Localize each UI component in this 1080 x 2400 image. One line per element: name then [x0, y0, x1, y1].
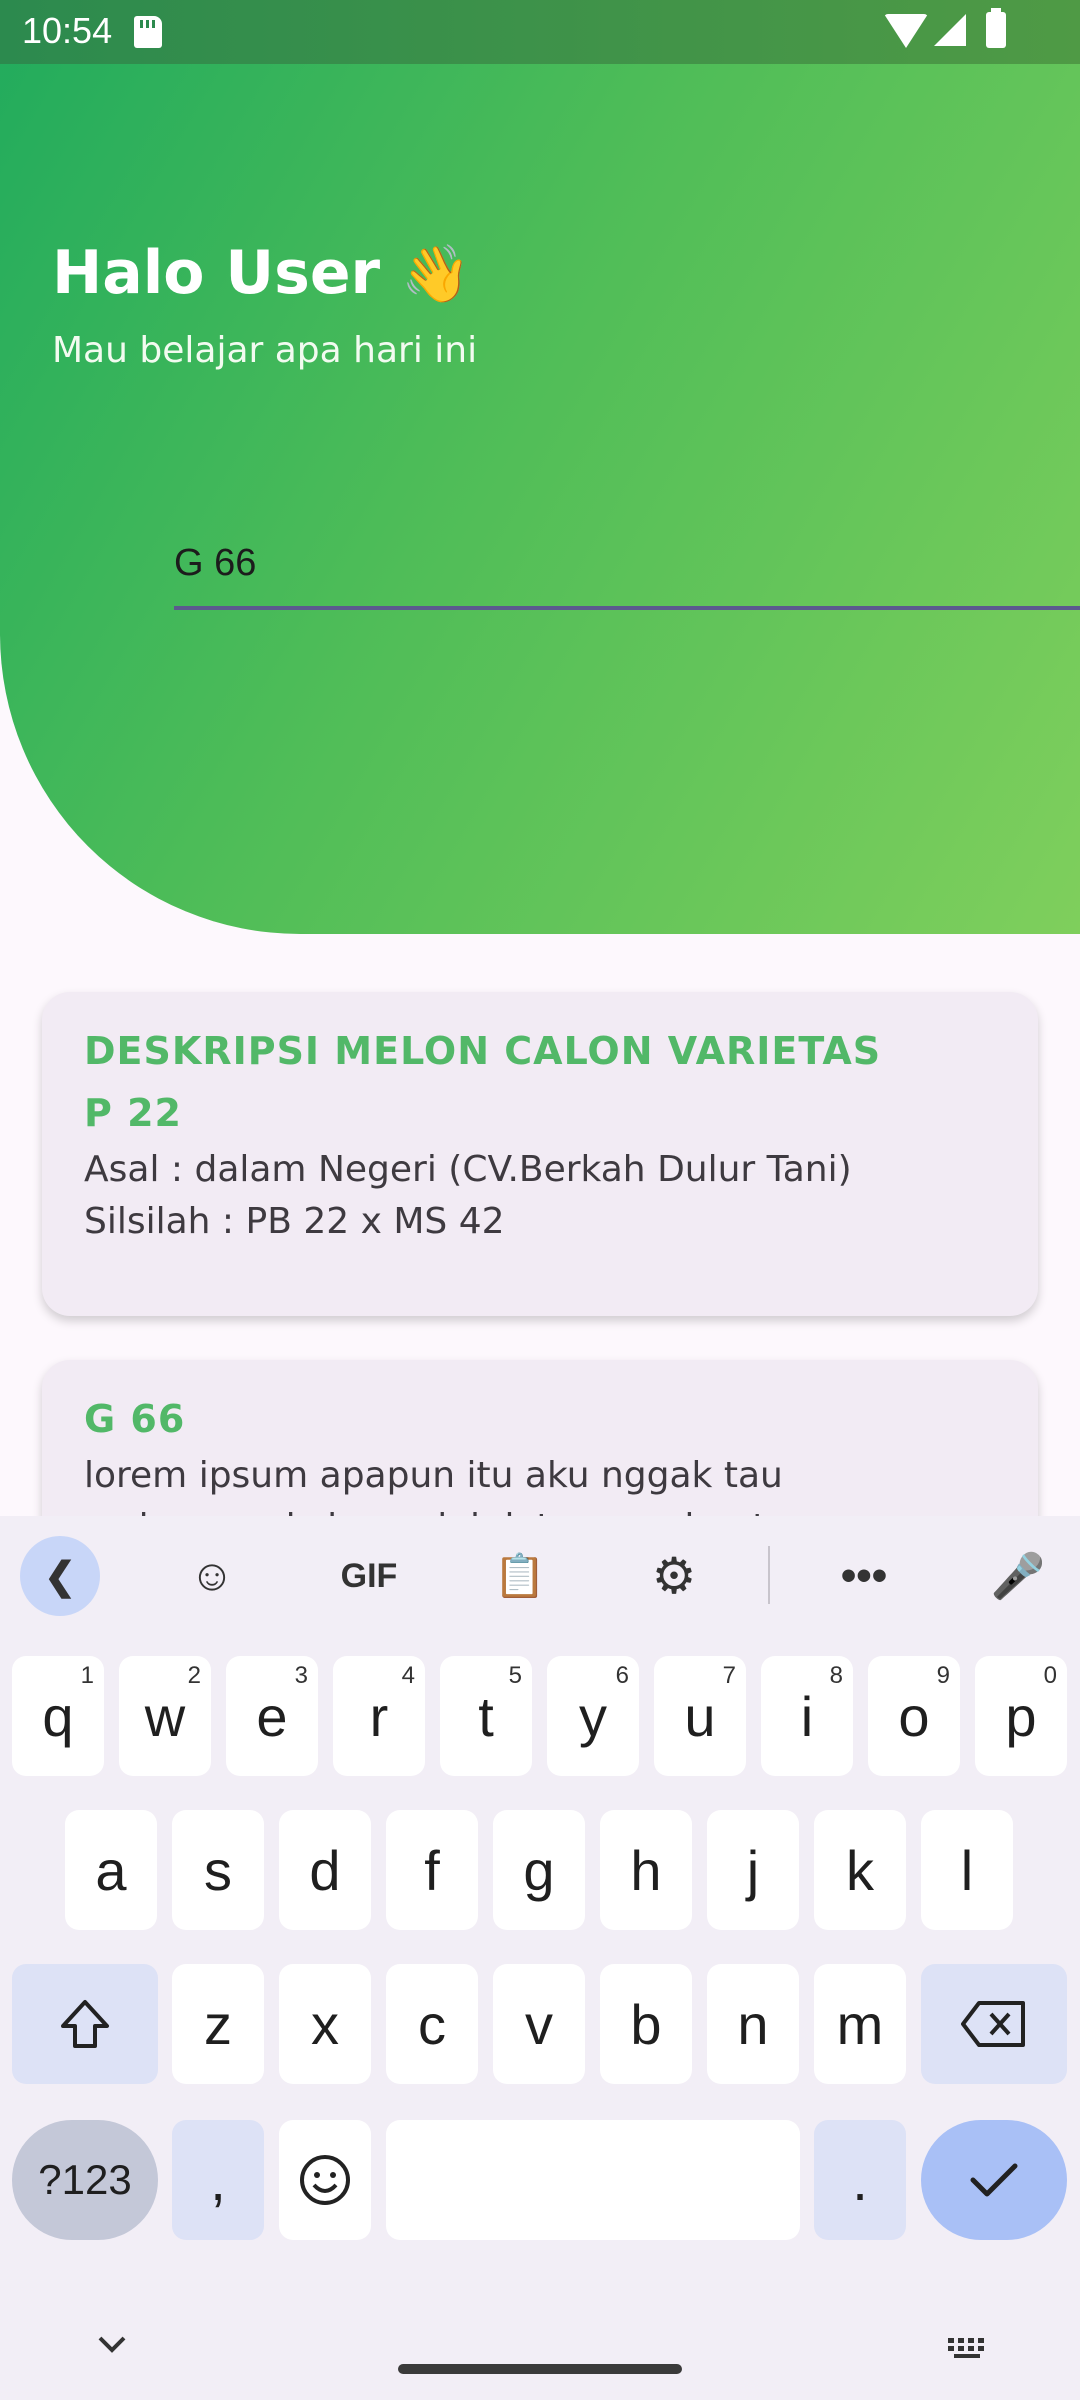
key-y[interactable]: y6: [547, 1656, 639, 1776]
key-z[interactable]: z: [172, 1964, 264, 2084]
header-banner: Halo User 👋 Mau belajar apa hari ini: [0, 0, 1080, 934]
key-label: i: [800, 1684, 814, 1748]
backspace-key[interactable]: [921, 1964, 1067, 2084]
collapse-keyboard-icon[interactable]: [96, 2334, 128, 2354]
key-label: t: [478, 1684, 494, 1748]
key-label: r: [369, 1684, 389, 1748]
period-key[interactable]: .: [814, 2120, 906, 2240]
clipboard-icon[interactable]: 📋: [480, 1536, 560, 1616]
greeting-subtitle: Mau belajar apa hari ini: [52, 330, 478, 371]
card-title: G 66: [84, 1397, 186, 1441]
key-q[interactable]: q1: [12, 1656, 104, 1776]
card-origin: Asal : dalam Negeri (CV.Berkah Dulur Tan…: [84, 1149, 852, 1190]
key-i[interactable]: i8: [761, 1656, 853, 1776]
key-o[interactable]: o9: [868, 1656, 960, 1776]
switch-keyboard-icon[interactable]: [946, 2336, 990, 2360]
key-hint: 4: [401, 1662, 415, 1689]
key-m[interactable]: m: [814, 1964, 906, 2084]
key-label: e: [256, 1684, 288, 1748]
back-chevron-icon[interactable]: ❮: [20, 1536, 100, 1616]
emoji-key[interactable]: [279, 2120, 371, 2240]
key-r[interactable]: r4: [333, 1656, 425, 1776]
key-d[interactable]: d: [279, 1810, 371, 1930]
wifi-icon: [884, 14, 928, 48]
key-label: y: [579, 1684, 607, 1748]
key-hint: 9: [936, 1662, 950, 1689]
key-k[interactable]: k: [814, 1810, 906, 1930]
keyboard-toolbar: ❮ ☺ GIF 📋 ⚙ ••• 🎤: [0, 1516, 1080, 1632]
key-j[interactable]: j: [707, 1810, 799, 1930]
key-g[interactable]: g: [493, 1810, 585, 1930]
key-a[interactable]: a: [65, 1810, 157, 1930]
key-hint: 7: [722, 1662, 736, 1689]
soft-keyboard: ❮ ☺ GIF 📋 ⚙ ••• 🎤 q1 w2 e3 r4 t5 y6 u7 i…: [0, 1516, 1080, 2400]
key-label: p: [1005, 1684, 1037, 1748]
key-b[interactable]: b: [600, 1964, 692, 2084]
card-description: lorem ipsum apapun itu aku nggak tau: [84, 1455, 783, 1496]
key-label: u: [684, 1684, 716, 1748]
card-title: DESKRIPSI MELON CALON VARIETAS P 22: [84, 1029, 882, 1135]
key-n[interactable]: n: [707, 1964, 799, 2084]
sd-card-icon: [134, 16, 162, 48]
key-label: o: [898, 1684, 930, 1748]
key-label: w: [144, 1684, 186, 1748]
space-key[interactable]: [386, 2120, 800, 2240]
key-s[interactable]: s: [172, 1810, 264, 1930]
done-key[interactable]: [921, 2120, 1067, 2240]
backspace-icon: [961, 2001, 1025, 2047]
key-w[interactable]: w2: [119, 1656, 211, 1776]
settings-icon[interactable]: ⚙: [634, 1536, 714, 1616]
card-lineage: Silsilah : PB 22 x MS 42: [84, 1201, 505, 1242]
sticker-icon[interactable]: ☺: [172, 1536, 252, 1616]
more-icon[interactable]: •••: [824, 1536, 904, 1616]
key-hint: 3: [294, 1662, 308, 1689]
wave-emoji-icon: 👋: [401, 242, 471, 307]
search-input[interactable]: [174, 520, 1080, 610]
symbols-key[interactable]: ?123: [12, 2120, 158, 2240]
key-hint: 6: [615, 1662, 629, 1689]
greeting-title: Halo User 👋: [52, 238, 471, 308]
status-time: 10:54: [22, 10, 113, 51]
key-hint: 1: [80, 1662, 94, 1689]
key-c[interactable]: c: [386, 1964, 478, 2084]
mic-icon[interactable]: 🎤: [978, 1536, 1058, 1616]
shift-icon: [61, 2000, 109, 2048]
key-e[interactable]: e3: [226, 1656, 318, 1776]
status-bar: 10:54: [0, 0, 1080, 64]
key-p[interactable]: p0: [975, 1656, 1067, 1776]
key-hint: 5: [508, 1662, 522, 1689]
gif-button[interactable]: GIF: [324, 1536, 414, 1616]
key-h[interactable]: h: [600, 1810, 692, 1930]
key-f[interactable]: f: [386, 1810, 478, 1930]
emoji-icon: [300, 2155, 350, 2205]
key-t[interactable]: t5: [440, 1656, 532, 1776]
toolbar-divider: [768, 1546, 770, 1604]
key-l[interactable]: l: [921, 1810, 1013, 1930]
greeting-text: Halo User: [52, 238, 381, 308]
key-x[interactable]: x: [279, 1964, 371, 2084]
check-icon: [970, 2163, 1018, 2197]
key-hint: 8: [829, 1662, 843, 1689]
key-u[interactable]: u7: [654, 1656, 746, 1776]
key-label: q: [42, 1684, 74, 1748]
signal-icon: [934, 14, 966, 46]
home-indicator[interactable]: [398, 2364, 682, 2374]
battery-icon: [986, 8, 1006, 48]
key-v[interactable]: v: [493, 1964, 585, 2084]
key-hint: 0: [1043, 1662, 1057, 1689]
key-hint: 2: [187, 1662, 201, 1689]
comma-key[interactable]: ,: [172, 2120, 264, 2240]
shift-key[interactable]: [12, 1964, 158, 2084]
result-card[interactable]: DESKRIPSI MELON CALON VARIETAS P 22 Asal…: [42, 992, 1038, 1316]
